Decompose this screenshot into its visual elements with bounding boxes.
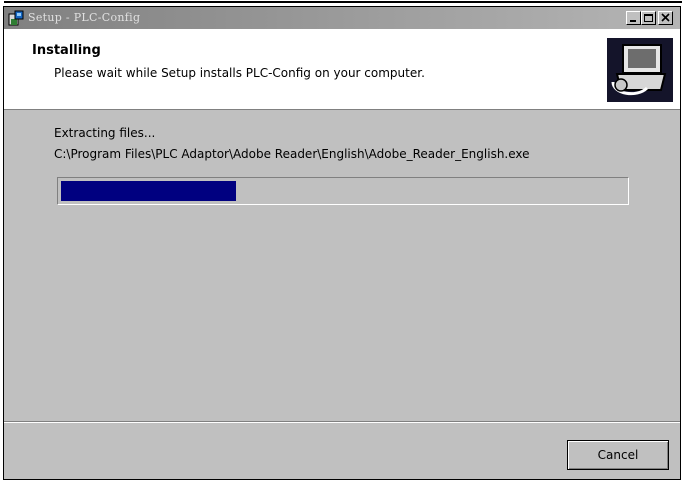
title-bar[interactable]: Setup - PLC-Config	[4, 7, 680, 29]
minimize-icon	[630, 20, 636, 22]
setup-computer-icon	[607, 38, 673, 102]
wizard-body: Extracting files... C:\Program Files\PLC…	[4, 110, 680, 420]
footer-divider	[4, 421, 680, 423]
setup-window: Setup - PLC-Config Installing Please wai…	[3, 1, 682, 480]
page-subtitle: Please wait while Setup installs PLC-Con…	[54, 66, 425, 80]
minimize-button[interactable]	[626, 11, 641, 25]
cancel-button[interactable]: Cancel	[567, 440, 669, 470]
progress-bar	[57, 177, 629, 205]
maximize-button[interactable]	[641, 11, 656, 25]
progress-bar-fill	[61, 181, 236, 201]
maximize-icon	[644, 14, 653, 22]
current-file-path: C:\Program Files\PLC Adaptor\Adobe Reade…	[54, 147, 530, 161]
window-title: Setup - PLC-Config	[28, 11, 141, 24]
page-title: Installing	[32, 43, 101, 58]
wizard-header: Installing Please wait while Setup insta…	[4, 29, 680, 110]
setup-app-icon	[8, 10, 24, 26]
close-button[interactable]	[658, 11, 673, 25]
close-icon	[661, 13, 670, 22]
status-text: Extracting files...	[54, 126, 156, 140]
